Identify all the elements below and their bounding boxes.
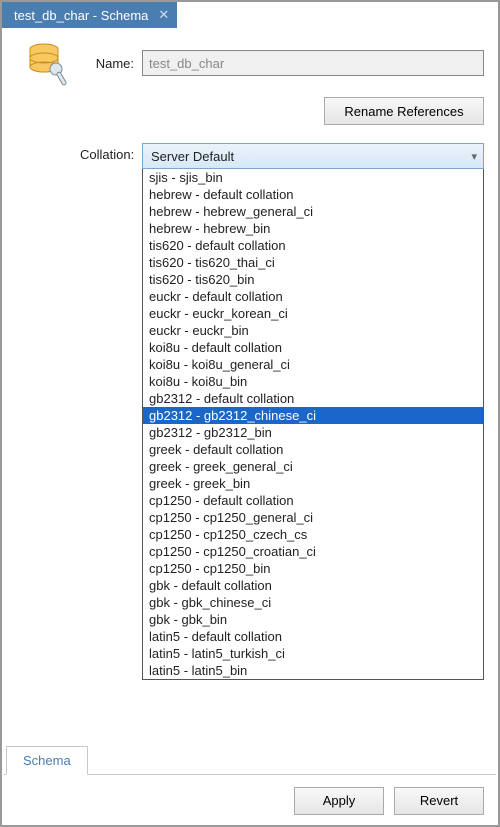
bottom-tab-bar: Schema: [4, 747, 496, 775]
revert-button[interactable]: Revert: [394, 787, 484, 815]
collation-option[interactable]: hebrew - hebrew_bin: [143, 220, 483, 237]
collation-option[interactable]: koi8u - koi8u_bin: [143, 373, 483, 390]
collation-option[interactable]: cp1250 - default collation: [143, 492, 483, 509]
collation-dropdown-list[interactable]: sjis - sjis_binhebrew - default collatio…: [142, 169, 484, 680]
tab-schema[interactable]: Schema: [6, 746, 88, 775]
collation-option[interactable]: greek - greek_bin: [143, 475, 483, 492]
tab-bar: test_db_char - Schema ✕: [2, 2, 498, 29]
close-icon[interactable]: ✕: [158, 7, 169, 23]
collation-selected-text: Server Default: [151, 149, 234, 164]
collation-option[interactable]: sjis - sjis_bin: [143, 169, 483, 186]
apply-button[interactable]: Apply: [294, 787, 384, 815]
collation-option[interactable]: gbk - default collation: [143, 577, 483, 594]
schema-icon: [16, 39, 80, 87]
database-wrench-icon: [24, 39, 72, 87]
footer-actions: Apply Revert: [4, 777, 496, 823]
collation-option[interactable]: greek - greek_general_ci: [143, 458, 483, 475]
schema-tab[interactable]: test_db_char - Schema ✕: [2, 2, 177, 28]
rename-references-button[interactable]: Rename References: [324, 97, 484, 125]
collation-option[interactable]: cp1250 - cp1250_croatian_ci: [143, 543, 483, 560]
name-label: Name:: [80, 56, 142, 71]
collation-option[interactable]: cp1250 - cp1250_bin: [143, 560, 483, 577]
chevron-down-icon: ▾: [471, 150, 477, 163]
tab-title: test_db_char - Schema: [14, 8, 148, 23]
collation-option[interactable]: gbk - gbk_chinese_ci: [143, 594, 483, 611]
collation-option[interactable]: greek - default collation: [143, 441, 483, 458]
collation-option[interactable]: tis620 - tis620_bin: [143, 271, 483, 288]
collation-option[interactable]: hebrew - hebrew_general_ci: [143, 203, 483, 220]
collation-option[interactable]: latin5 - latin5_bin: [143, 662, 483, 679]
collation-option[interactable]: latin5 - default collation: [143, 628, 483, 645]
collation-option[interactable]: tis620 - tis620_thai_ci: [143, 254, 483, 271]
collation-option[interactable]: euckr - default collation: [143, 288, 483, 305]
collation-combo-head[interactable]: Server Default ▾: [142, 143, 484, 169]
collation-option[interactable]: latin5 - latin5_turkish_ci: [143, 645, 483, 662]
collation-option[interactable]: euckr - euckr_korean_ci: [143, 305, 483, 322]
collation-option[interactable]: euckr - euckr_bin: [143, 322, 483, 339]
collation-option[interactable]: hebrew - default collation: [143, 186, 483, 203]
form-area: Name: Rename References Collation: Serve…: [2, 29, 498, 700]
collation-option[interactable]: gb2312 - gb2312_bin: [143, 424, 483, 441]
collation-option[interactable]: gb2312 - default collation: [143, 390, 483, 407]
collation-option[interactable]: gbk - gbk_bin: [143, 611, 483, 628]
collation-combo[interactable]: Server Default ▾ sjis - sjis_binhebrew -…: [142, 143, 484, 680]
collation-option[interactable]: koi8u - koi8u_general_ci: [143, 356, 483, 373]
name-input[interactable]: [142, 50, 484, 76]
collation-option[interactable]: koi8u - default collation: [143, 339, 483, 356]
collation-option[interactable]: gb2312 - gb2312_chinese_ci: [143, 407, 483, 424]
collation-option[interactable]: cp1250 - cp1250_general_ci: [143, 509, 483, 526]
collation-label: Collation:: [80, 143, 142, 162]
collation-option[interactable]: cp1250 - cp1250_czech_cs: [143, 526, 483, 543]
collation-option[interactable]: tis620 - default collation: [143, 237, 483, 254]
